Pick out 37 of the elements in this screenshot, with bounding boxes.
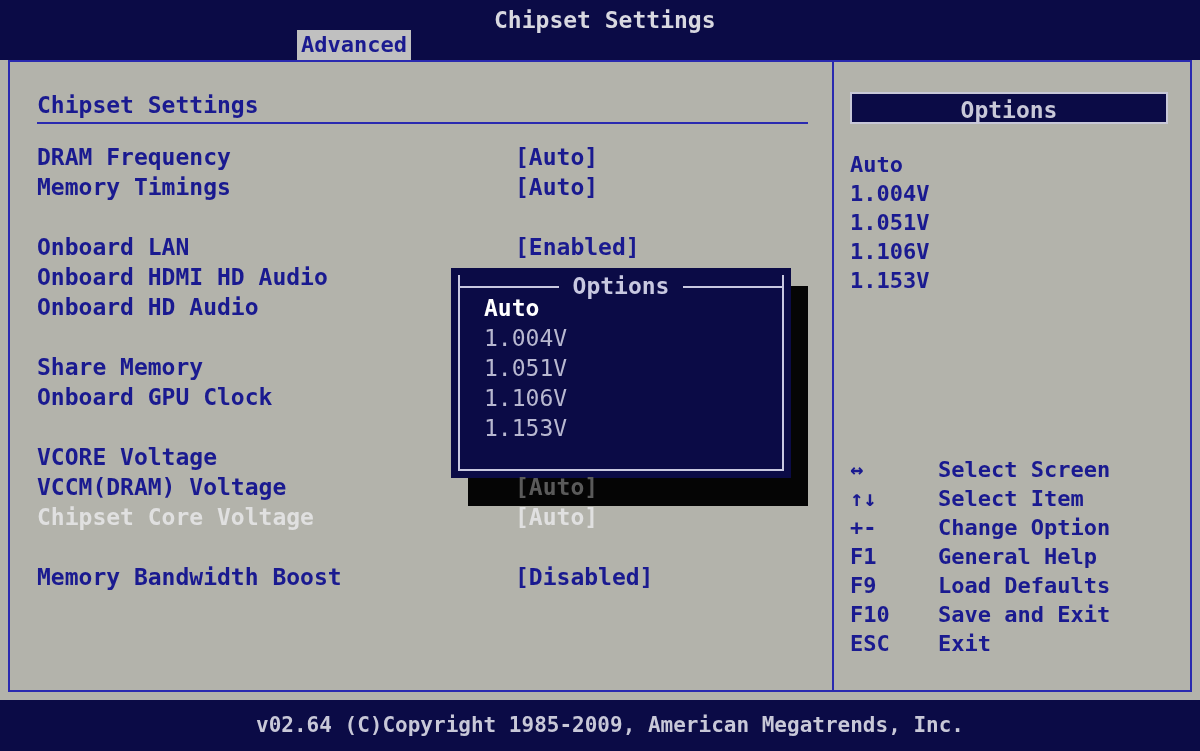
key-label: +- [850,514,878,542]
setting-label[interactable]: Memory Timings [37,172,515,202]
popup-title: Options [571,275,671,298]
key-label: F1 [850,543,878,571]
tab[interactable]: Advanced [297,30,411,60]
screen-title: Chipset Settings [494,6,716,35]
option-item[interactable]: 1.051V [484,353,782,383]
option-text: Auto [850,151,904,179]
setting-value[interactable]: [Auto] [515,172,599,202]
key-action: Load Defaults [938,572,1111,600]
setting-value[interactable]: [Enabled] [515,232,640,262]
key-action: Exit [938,630,991,658]
key-label: F10 [850,601,891,629]
option-item[interactable]: 1.004V [484,323,782,353]
key-action: Save and Exit [938,601,1111,629]
key-action: Select Screen [938,456,1111,484]
option-text: 1.004V [850,180,931,208]
setting-value[interactable]: [Auto] [515,142,599,172]
key-action: Select Item [938,485,1084,513]
key-action: General Help [938,543,1097,571]
option-text: 1.051V [850,209,931,237]
key-label: ESC [850,630,891,658]
copyright-text: v02.64 (C)Copyright 1985-2009, American Megatrends, Inc. [255,711,964,739]
options-header: Options [850,92,1168,124]
option-text: 1.106V [850,238,931,266]
setting-label[interactable]: Onboard LAN [37,232,515,262]
option-text: 1.153V [850,267,931,295]
key-action: Change Option [938,514,1111,542]
key-label: F9 [850,572,878,600]
setting-label[interactable]: Memory Bandwidth Boost [37,562,515,592]
option-item[interactable]: 1.106V [484,383,782,413]
key-label: ↔ [850,456,865,484]
setting-label[interactable]: DRAM Frequency [37,142,515,172]
key-label: ↑↓ [850,485,878,513]
section-title: Chipset Settings [37,91,260,120]
setting-value[interactable]: [Disabled] [515,562,654,592]
option-item[interactable]: 1.153V [484,413,782,443]
